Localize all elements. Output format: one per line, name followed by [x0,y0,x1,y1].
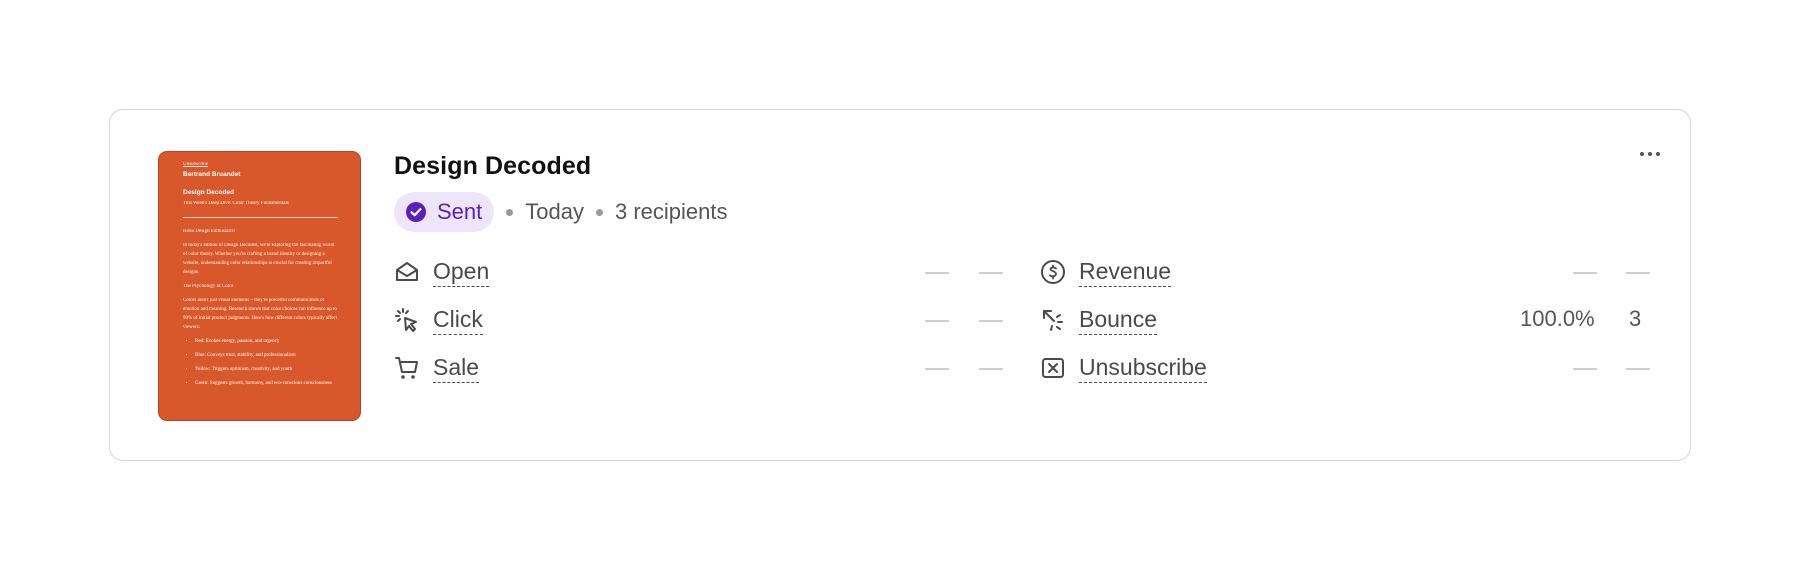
preview-greeting: Hello Design Enthusiasts! [183,229,236,234]
metric-open-count [979,272,1003,274]
bounce-arrow-icon [1043,310,1063,331]
metric-revenue: Revenue [1040,257,1172,287]
more-dot [1656,152,1660,156]
preview-section-heading: The Psychology of Color [183,284,234,289]
preview-intro: In today's edition of Design Decoded, we… [183,243,335,275]
dollar-circle-icon [1041,260,1065,284]
status-badge: Sent [394,192,495,232]
sent-date: Today [525,199,584,224]
preview-bullet: Green: Suggests growth, harmony, and eco… [195,379,338,388]
metric-label-open[interactable]: Open [433,258,490,287]
metric-open: Open [394,257,490,287]
metric-bounce-count: 3 [1629,306,1642,331]
metric-bounce: Bounce [1040,305,1158,335]
preview-newsletter-title: Design Decoded [183,189,234,196]
recipient-count: 3 recipients [614,199,728,224]
preview-bullet: Yellow: Triggers optimism, creativity, a… [195,365,338,374]
x-square-icon [1042,358,1064,378]
metric-revenue-percent [1573,272,1597,274]
metric-open-percent [925,272,949,274]
check-circle-icon [406,202,426,222]
metric-unsubscribe-percent [1573,368,1597,370]
metric-bounce-percent: 100.0% [1520,306,1595,331]
preview-section-text: Colors aren't just visual elements – the… [183,298,338,330]
campaign-status-row: Sent Today 3 recipients [394,192,728,232]
metric-label-sale[interactable]: Sale [433,354,480,383]
preview-bullet: Blue: Conveys trust, stability, and prof… [195,351,338,360]
campaign-title[interactable]: Design Decoded [394,152,591,181]
preview-bullet: Red: Evokes energy, passion, and urgency [195,337,338,346]
metric-click-percent [925,320,949,322]
more-options-button[interactable] [1640,152,1660,156]
status-label: Sent [437,199,483,224]
more-dot [1640,152,1644,156]
preview-author: Bertrand Bruandet [183,171,241,178]
metric-sale-percent [925,368,949,370]
metric-click: Click [394,305,483,335]
metric-sale-count [979,368,1003,370]
envelope-open-icon [396,262,418,281]
separator-dot [595,208,603,216]
metric-unsubscribe: Unsubscribe [1040,353,1207,383]
metric-click-count [979,320,1003,322]
preview-divider [183,217,338,218]
metric-unsubscribe-count [1626,368,1650,370]
metric-revenue-count [1626,272,1650,274]
metric-sale: Sale [394,353,480,383]
metric-label-click[interactable]: Click [433,306,483,335]
campaign-card[interactable]: Unsubscribe Bertrand Bruandet Design Dec… [109,109,1691,461]
preview-unsubscribe-link: Unsubscribe [183,162,208,167]
cursor-click-icon [395,308,417,332]
metric-label-unsubscribe[interactable]: Unsubscribe [1079,354,1207,383]
metric-label-bounce[interactable]: Bounce [1079,306,1158,335]
cart-icon [395,357,418,379]
preview-subtitle: This Week's Deep Dive: Color Theory Fund… [183,201,289,206]
separator-dot [506,208,514,216]
email-preview-thumbnail[interactable]: Unsubscribe Bertrand Bruandet Design Dec… [158,151,361,421]
more-dot [1648,152,1652,156]
preview-bullet-list: Red: Evokes energy, passion, and urgency… [183,337,338,388]
metric-label-revenue[interactable]: Revenue [1079,258,1172,287]
